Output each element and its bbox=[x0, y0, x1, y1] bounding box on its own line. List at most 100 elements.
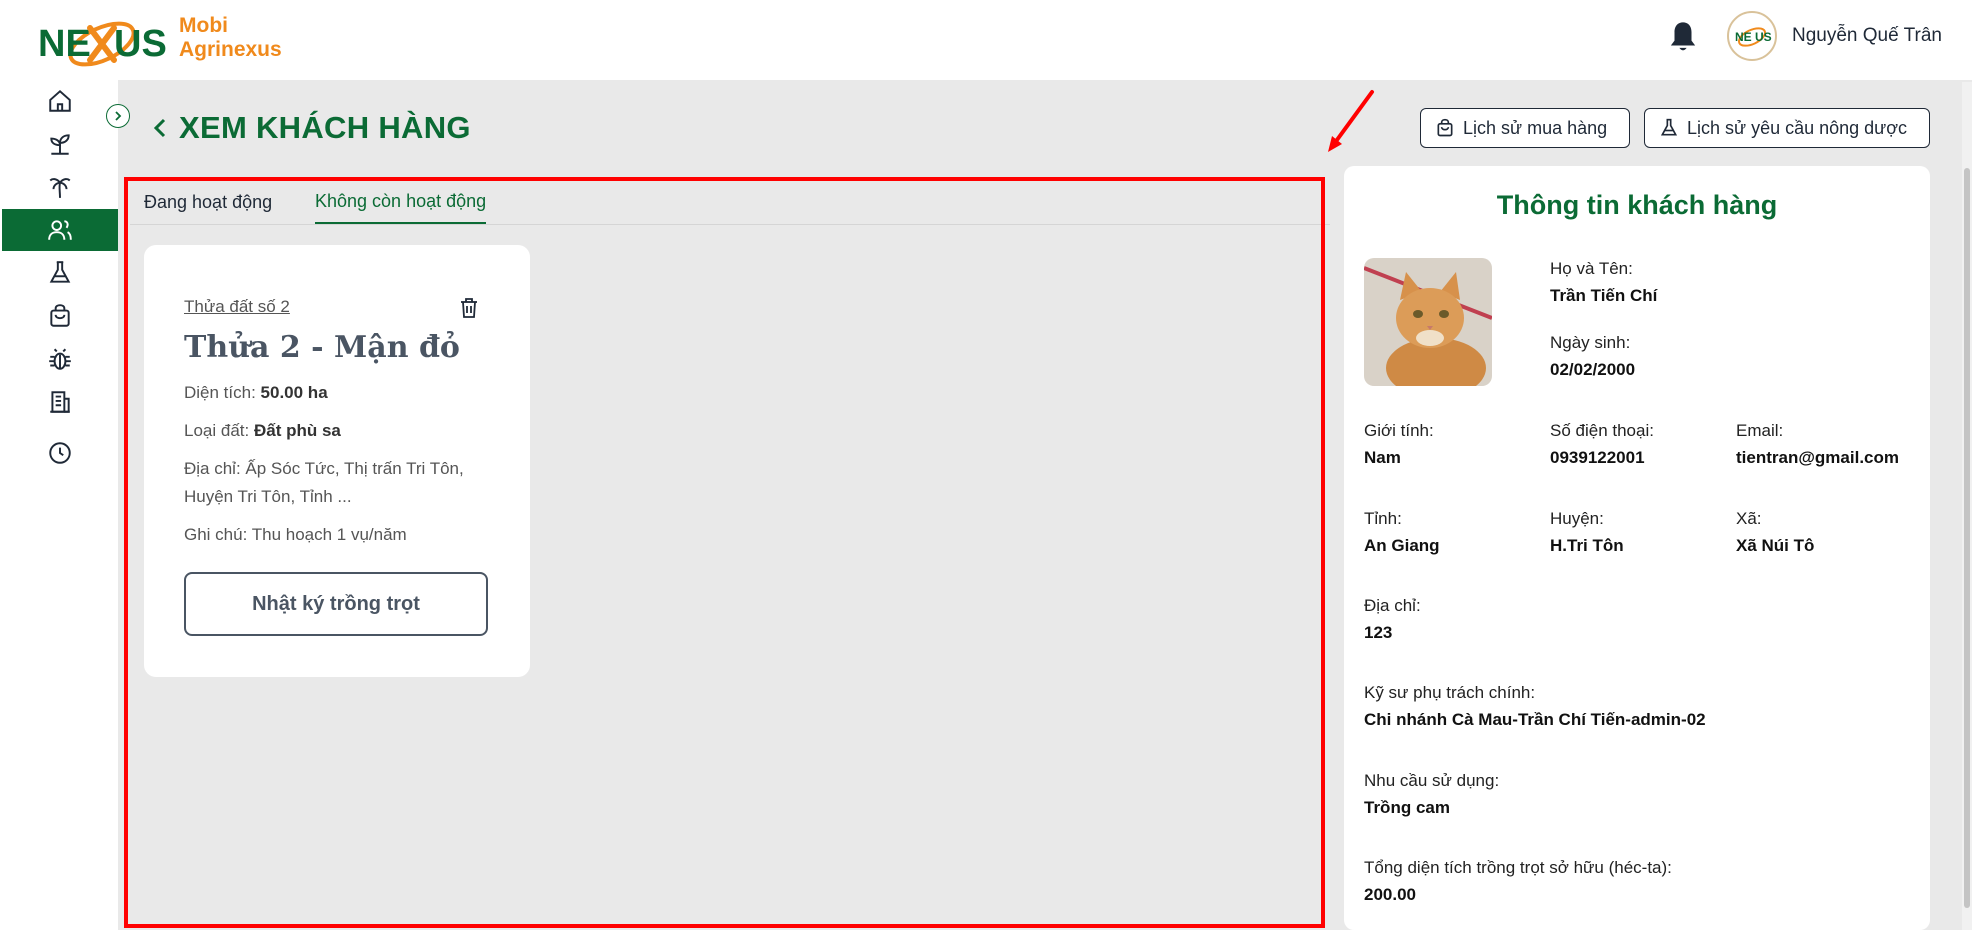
plot-area-label: Diện tích: bbox=[184, 383, 256, 402]
province-label: Tỉnh: bbox=[1364, 509, 1402, 528]
sidebar-item-history[interactable] bbox=[2, 432, 118, 474]
field-demand: Nhu cầu sử dụng: Trồng cam bbox=[1364, 768, 1499, 822]
svg-text:NE: NE bbox=[38, 23, 91, 65]
shopping-bag-icon bbox=[50, 304, 70, 327]
plot-address: Địa chỉ: Ấp Sóc Tức, Thị trấn Tri Tôn, H… bbox=[184, 459, 464, 506]
demand-label: Nhu cầu sử dụng: bbox=[1364, 771, 1500, 790]
sidebar-item-tree[interactable] bbox=[2, 166, 118, 208]
gender-value: Nam bbox=[1364, 448, 1401, 467]
page-title: XEM KHÁCH HÀNG bbox=[179, 110, 471, 145]
province-value: An Giang bbox=[1364, 536, 1440, 555]
customer-photo bbox=[1364, 258, 1492, 386]
palm-tree-icon bbox=[49, 178, 71, 198]
full-name-label: Họ và Tên: bbox=[1550, 259, 1633, 278]
avatar-logo-icon: NE US bbox=[1735, 27, 1772, 47]
scrollbar-track[interactable] bbox=[1962, 82, 1972, 930]
svg-text:NE US: NE US bbox=[1735, 30, 1772, 44]
users-icon bbox=[48, 220, 72, 240]
shopping-bag-icon bbox=[1437, 118, 1453, 137]
address-label: Địa chỉ: bbox=[1364, 596, 1421, 615]
district-value: H.Tri Tôn bbox=[1550, 536, 1624, 555]
brand-line-2: Agrinexus bbox=[179, 38, 282, 61]
trash-icon[interactable] bbox=[459, 297, 479, 319]
field-engineer: Kỹ sư phụ trách chính: Chi nhánh Cà Mau-… bbox=[1364, 680, 1706, 734]
pesticide-request-history-button[interactable]: Lịch sử yêu cầu nông dược bbox=[1644, 108, 1930, 148]
dob-label: Ngày sinh: bbox=[1550, 333, 1631, 352]
field-phone: Số điện thoại: 0939122001 bbox=[1550, 418, 1654, 472]
plot-area: Diện tích: 50.00 ha bbox=[184, 379, 328, 407]
field-address: Địa chỉ: 123 bbox=[1364, 593, 1421, 647]
plot-card: Thửa đất số 2 Thửa 2 - Mận đỏ Diện tích:… bbox=[144, 245, 530, 677]
cat-photo-icon bbox=[1364, 258, 1492, 386]
top-bar: NE US Mobi Agrinexus NE US Nguyễn Quế Tr… bbox=[0, 0, 1972, 80]
tab-active[interactable]: Đang hoạt động bbox=[144, 180, 272, 224]
history-icon bbox=[49, 442, 71, 464]
purchase-history-label: Lịch sử mua hàng bbox=[1463, 117, 1608, 138]
sidebar-item-pests[interactable] bbox=[2, 338, 118, 380]
building-icon bbox=[50, 391, 70, 413]
chevron-right-icon bbox=[115, 111, 122, 121]
field-district: Huyện: H.Tri Tôn bbox=[1550, 506, 1624, 560]
email-label: Email: bbox=[1736, 421, 1784, 440]
scrollbar-thumb[interactable] bbox=[1964, 168, 1970, 908]
field-total-area: Tổng diện tích trồng trọt sở hữu (héc-ta… bbox=[1364, 855, 1672, 909]
cultivation-diary-button[interactable]: Nhật ký trồng trọt bbox=[184, 572, 488, 636]
sidebar-item-home[interactable] bbox=[2, 80, 118, 122]
sidebar-item-shop[interactable] bbox=[2, 295, 118, 337]
bell-icon[interactable] bbox=[1668, 20, 1698, 54]
nexus-logo-icon[interactable]: NE US bbox=[36, 10, 168, 70]
total-area-label: Tổng diện tích trồng trọt sở hữu (héc-ta… bbox=[1364, 858, 1672, 877]
sidebar-item-customers[interactable] bbox=[2, 209, 118, 251]
plot-link[interactable]: Thửa đất số 2 bbox=[184, 297, 290, 317]
ward-value: Xã Núi Tô bbox=[1736, 536, 1815, 555]
home-icon bbox=[49, 89, 71, 112]
plot-soil: Loại đất: Đất phù sa bbox=[184, 417, 341, 445]
engineer-label: Kỹ sư phụ trách chính: bbox=[1364, 683, 1536, 702]
email-value: tientran@gmail.com bbox=[1736, 448, 1899, 467]
phone-label: Số điện thoại: bbox=[1550, 421, 1654, 440]
gender-label: Giới tính: bbox=[1364, 421, 1434, 440]
field-gender: Giới tính: Nam bbox=[1364, 418, 1434, 472]
bug-icon bbox=[49, 348, 71, 370]
purchase-history-button[interactable]: Lịch sử mua hàng bbox=[1420, 108, 1630, 148]
plot-note: Ghi chú: Thu hoạch 1 vụ/năm bbox=[184, 525, 407, 544]
plot-soil-value: Đất phù sa bbox=[253, 421, 341, 440]
brand-name: Mobi Agrinexus bbox=[179, 14, 282, 62]
plot-soil-label: Loại đất: bbox=[184, 421, 250, 440]
customer-info-panel: Thông tin khách hàng Họ và Tên: Trần Tiế… bbox=[1344, 166, 1930, 930]
annotation-arrow-icon bbox=[1328, 90, 1374, 152]
demand-value: Trồng cam bbox=[1364, 798, 1450, 817]
address-value: 123 bbox=[1364, 623, 1393, 642]
status-tabs: Đang hoạt động Không còn hoạt động bbox=[130, 180, 1330, 225]
sidebar-item-lab[interactable] bbox=[2, 252, 118, 294]
user-avatar[interactable]: NE US bbox=[1727, 11, 1777, 61]
expand-sidebar-button[interactable] bbox=[106, 104, 130, 128]
tab-inactive[interactable]: Không còn hoạt động bbox=[315, 180, 487, 224]
user-name[interactable]: Nguyễn Quế Trân bbox=[1792, 25, 1942, 47]
svg-text:US: US bbox=[114, 23, 167, 65]
brand-line-1: Mobi bbox=[179, 14, 228, 37]
flask-icon bbox=[49, 261, 71, 283]
plot-name: Thửa 2 - Mận đỏ bbox=[184, 330, 460, 365]
sidebar-item-branches[interactable] bbox=[2, 381, 118, 423]
engineer-value: Chi nhánh Cà Mau-Trần Chí Tiến-admin-02 bbox=[1364, 710, 1706, 729]
field-ward: Xã: Xã Núi Tô bbox=[1736, 506, 1814, 560]
field-full-name: Họ và Tên: Trần Tiến Chí bbox=[1550, 256, 1657, 310]
field-email: Email: tientran@gmail.com bbox=[1736, 418, 1899, 472]
back-chevron-icon[interactable] bbox=[150, 114, 170, 142]
field-dob: Ngày sinh: 02/02/2000 bbox=[1550, 330, 1635, 384]
full-name-value: Trần Tiến Chí bbox=[1550, 286, 1658, 305]
flask-icon bbox=[1660, 118, 1678, 136]
plot-area-value: 50.00 ha bbox=[260, 383, 328, 402]
customer-info-title: Thông tin khách hàng bbox=[1496, 190, 1778, 220]
district-label: Huyện: bbox=[1550, 509, 1604, 528]
sidebar bbox=[0, 80, 118, 930]
plant-icon bbox=[50, 134, 70, 155]
phone-value: 0939122001 bbox=[1550, 448, 1645, 467]
ward-label: Xã: bbox=[1736, 509, 1762, 528]
pesticide-request-history-label: Lịch sử yêu cầu nông dược bbox=[1687, 117, 1908, 138]
sidebar-item-plant[interactable] bbox=[2, 123, 118, 165]
dob-value: 02/02/2000 bbox=[1550, 360, 1636, 379]
field-province: Tỉnh: An Giang bbox=[1364, 506, 1440, 560]
total-area-value: 200.00 bbox=[1364, 885, 1416, 904]
